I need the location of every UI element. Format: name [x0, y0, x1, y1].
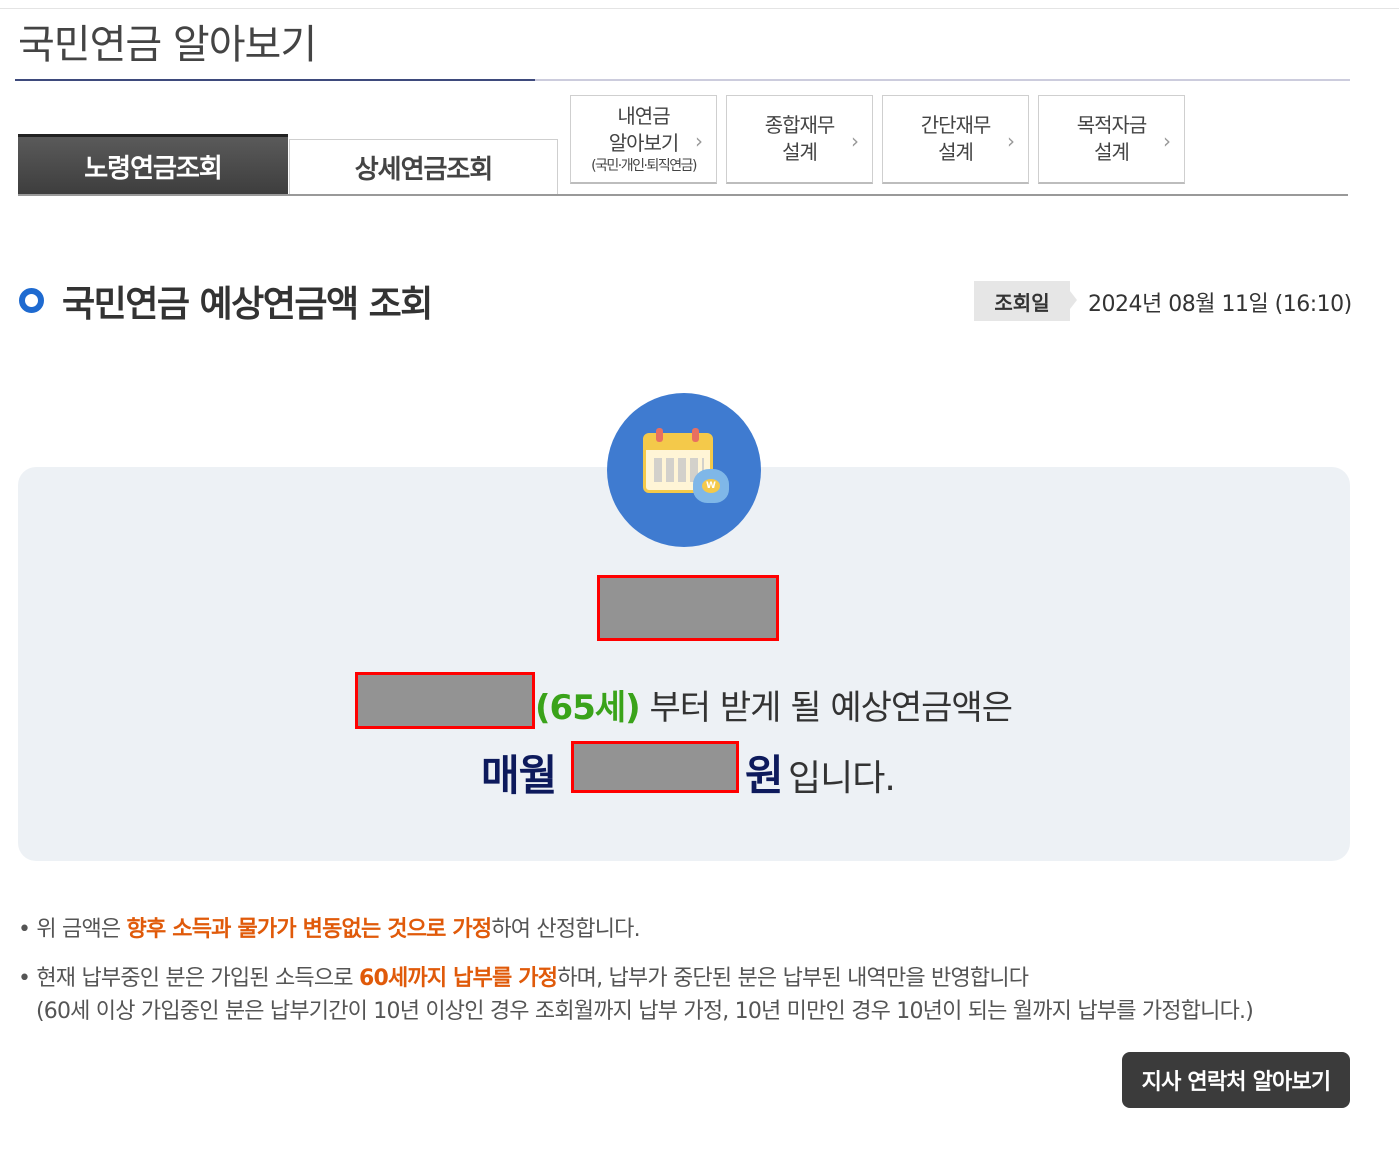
page-title: 국민연금 알아보기	[18, 22, 317, 68]
note-highlight: 향후 소득과 물가가 변동없는 것으로 가정	[126, 917, 493, 942]
note-detail: (60세 이상 가입중인 분은 납부기간이 10년 이상인 경우 조회월까지 납…	[36, 999, 1254, 1024]
section-bullet-icon	[19, 288, 44, 313]
sub-tab-label: 목적자금	[1076, 113, 1148, 137]
money-bag-icon: W	[693, 469, 729, 503]
sub-tab-label: 설계	[1094, 140, 1130, 164]
sub-tab-label: 설계	[782, 140, 818, 164]
tabs-baseline	[18, 194, 1348, 196]
top-rule	[0, 8, 1399, 9]
won-label: 원	[745, 751, 784, 800]
inquiry-date-label: 조회일	[974, 281, 1070, 321]
sub-tab-label: 설계	[938, 140, 974, 164]
sub-tab-label: 간단재무	[920, 113, 992, 137]
pension-age: (65세)	[535, 688, 641, 728]
inquiry-date-value: 2024년 08월 11일 (16:10)	[1088, 292, 1352, 317]
sub-tab-note: (국민·개인·퇴직연금)	[591, 157, 697, 174]
redacted-amount	[571, 741, 739, 793]
date-label-arrow	[1070, 291, 1077, 309]
sub-tab-my-pension[interactable]: 내연금 알아보기 (국민·개인·퇴직연금) ›	[570, 95, 717, 184]
sub-tab-label: 종합재무	[764, 113, 836, 137]
section-title: 국민연금 예상연금액 조회	[62, 284, 433, 325]
chevron-right-icon: ›	[851, 129, 859, 153]
sub-tab-goal-fund-planning[interactable]: 목적자금 설계 ›	[1038, 95, 1185, 184]
note-payment: • 현재 납부중인 분은 가입된 소득으로 60세까지 납부를 가정하며, 납부…	[18, 966, 1029, 991]
chevron-right-icon: ›	[1163, 129, 1171, 153]
chevron-right-icon: ›	[1007, 129, 1015, 153]
result-suffix: 입니다.	[788, 758, 896, 799]
sub-tab-simple-planning[interactable]: 간단재무 설계 ›	[882, 95, 1029, 184]
note-highlight: 60세까지 납부를 가정	[358, 966, 558, 991]
sub-tab-label: 알아보기	[608, 130, 680, 155]
tab-detailed-pension[interactable]: 상세연금조회	[289, 139, 558, 195]
sub-tab-label: 내연금	[617, 103, 670, 128]
redacted-start-date	[355, 672, 535, 729]
monthly-label: 매월	[481, 751, 557, 800]
chevron-right-icon: ›	[695, 129, 703, 153]
branch-contact-button[interactable]: 지사 연락처 알아보기	[1122, 1052, 1350, 1108]
redacted-name	[597, 575, 779, 641]
result-line-1-text: 부터 받게 될 예상연금액은	[639, 688, 1013, 728]
note-assumption: • 위 금액은 향후 소득과 물가가 변동없는 것으로 가정하여 산정합니다.	[18, 917, 641, 942]
calendar-money-icon: W	[607, 393, 761, 547]
sub-tab-comprehensive-planning[interactable]: 종합재무 설계 ›	[726, 95, 873, 184]
title-underline	[15, 79, 1350, 81]
tab-old-age-pension[interactable]: 노령연금조회	[18, 134, 288, 195]
result-line-1: (65세) 부터 받게 될 예상연금액은	[535, 680, 1013, 729]
